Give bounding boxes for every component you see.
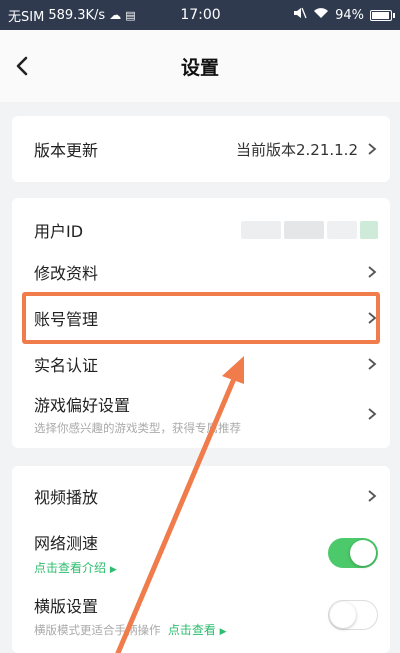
user-id-value-blurred [241,221,378,239]
account-management-row[interactable]: 账号管理 [34,296,378,340]
page-title: 设置 [180,56,219,79]
status-bar: 无SIM 589.3K/s ☁ ▤ 17:00 94% [0,0,400,30]
landscape-link-text: 点击查看 [167,622,216,637]
mute-icon [293,7,307,23]
video-playback-row[interactable]: 视频播放 [34,476,378,516]
chevron-left-icon [16,56,28,76]
chevron-right-icon [368,312,377,324]
nav-header: 设置 [0,30,400,102]
battery-icon [370,9,395,21]
status-time: 17:00 [180,7,221,23]
network-speed: 589.3K/s [48,7,106,23]
battery-percent: 94% [335,7,364,23]
network-speed-info-link[interactable]: 点击查看介绍 ▶ [34,559,117,576]
game-preference-row[interactable]: 游戏偏好设置 选择你感兴趣的游戏类型，获得专属推荐 [34,388,378,440]
triangle-right-icon: ▶ [109,565,117,575]
edit-profile-label: 修改资料 [34,264,99,283]
notification-icon: ▤ [125,8,136,22]
landscape-toggle[interactable] [328,600,378,630]
landscape-info-link[interactable]: 点击查看 ▶ [168,623,227,637]
video-playback-label: 视频播放 [34,488,99,507]
chevron-right-icon [368,408,377,420]
chevron-right-icon [368,490,377,502]
toggle-knob [350,540,376,566]
triangle-right-icon: ▶ [219,626,227,637]
carrier-text: 无SIM [8,9,45,25]
user-id-label: 用户ID [34,222,84,241]
landscape-setting-desc: 横版模式更适合手柄操作 点击查看 ▶ [34,621,227,638]
cloud-icon: ☁ [109,8,122,22]
landscape-setting-sub: 横版模式更适合手柄操作 [34,622,161,637]
edit-profile-row[interactable]: 修改资料 [34,252,378,292]
network-speed-link-text: 点击查看介绍 [34,561,107,575]
real-name-auth-row[interactable]: 实名认证 [34,344,378,384]
toggle-knob [330,602,356,628]
landscape-setting-label: 横版设置 [34,596,99,616]
chevron-right-icon [368,143,377,155]
user-id-row: 用户ID [34,210,378,250]
network-speed-toggle[interactable] [328,538,378,568]
chevron-right-icon [368,266,377,278]
network-speed-label: 网络测速 [34,534,99,553]
current-version: 当前版本2.21.1.2 [235,140,358,159]
wifi-icon [313,7,329,23]
version-update-row[interactable]: 版本更新 当前版本2.21.1.2 [34,116,378,182]
network-speed-row: 网络测速 点击查看介绍 ▶ [34,528,378,578]
account-management-label: 账号管理 [34,310,99,329]
game-preference-desc: 选择你感兴趣的游戏类型，获得专属推荐 [34,421,241,435]
version-update-label: 版本更新 [34,141,99,160]
game-preference-label: 游戏偏好设置 [34,396,131,415]
chevron-right-icon [368,358,377,370]
real-name-auth-label: 实名认证 [34,356,99,375]
back-button[interactable] [8,52,36,80]
landscape-setting-row: 横版设置 横版模式更适合手柄操作 点击查看 ▶ [34,590,378,640]
